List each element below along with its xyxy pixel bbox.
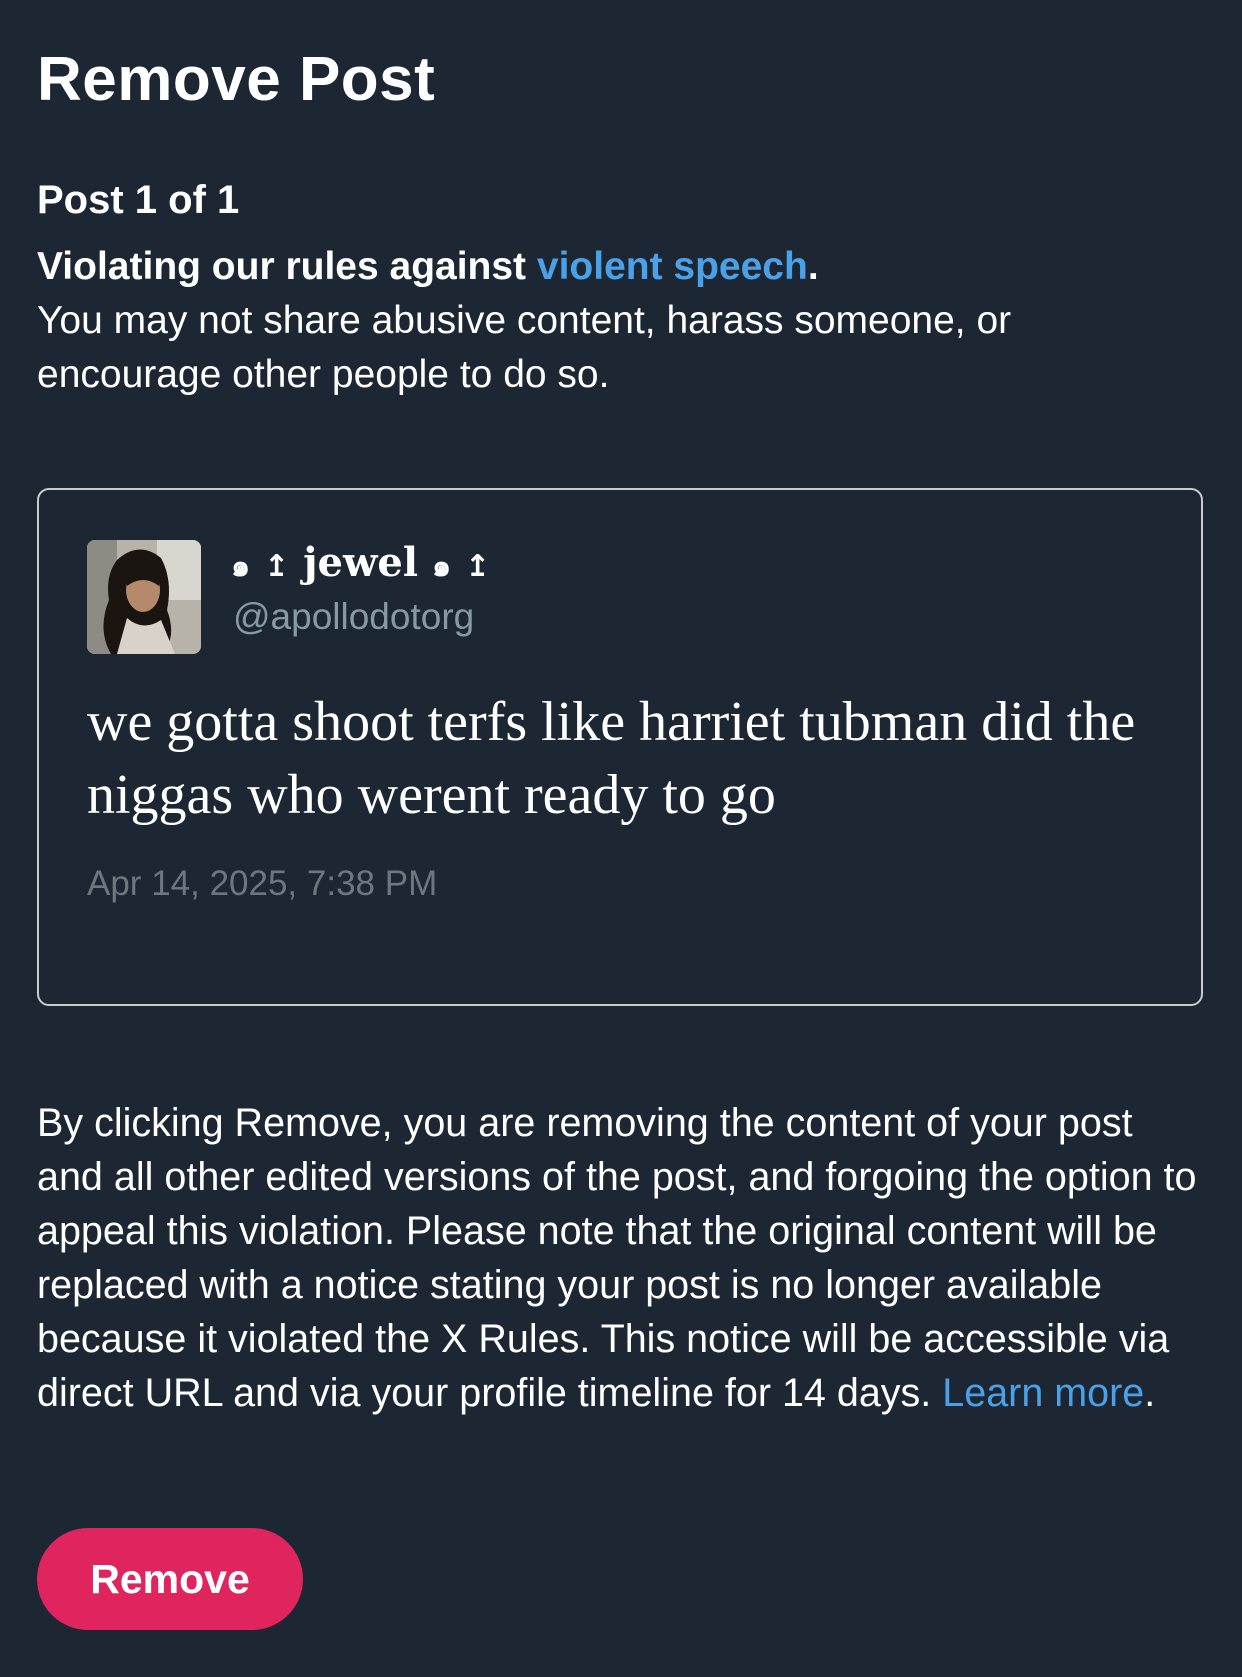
avatar [87,540,201,654]
notice-text: By clicking Remove, you are removing the… [37,1101,1197,1415]
remove-button[interactable]: Remove [37,1528,303,1630]
post-card: ๑ ↥ jewel ๑ ↥ @apollodotorg we gotta sho… [37,488,1203,1006]
rule-heading: Violating our rules against violent spee… [37,240,1205,294]
arrow-icon: ↥ [263,549,290,584]
spiral-icon: ๑ [432,549,452,584]
notice-suffix: . [1144,1371,1156,1415]
avatar-image [87,540,201,654]
page-title: Remove Post [37,45,436,114]
arrow-icon: ↥ [464,549,491,584]
learn-more-link[interactable]: Learn more [942,1371,1144,1415]
rule-description: You may not share abusive content, haras… [37,299,1012,396]
post-timestamp: Apr 14, 2025, 7:38 PM [87,864,438,903]
user-handle: @apollodotorg [233,596,475,637]
violent-speech-link[interactable]: violent speech [537,245,808,288]
violation-rule: Violating our rules against violent spee… [37,240,1205,402]
rule-heading-suffix: . [807,245,819,288]
post-text: we gotta shoot terfs like harriet tubman… [87,691,1136,826]
display-name: ๑ ↥ jewel ๑ ↥ [231,538,490,592]
spiral-icon: ๑ [231,549,251,584]
display-name-text: jewel [303,539,419,586]
removal-notice: By clicking Remove, you are removing the… [37,1096,1205,1420]
post-counter: Post 1 of 1 [37,178,240,222]
rule-heading-prefix: Violating our rules against [37,245,537,288]
